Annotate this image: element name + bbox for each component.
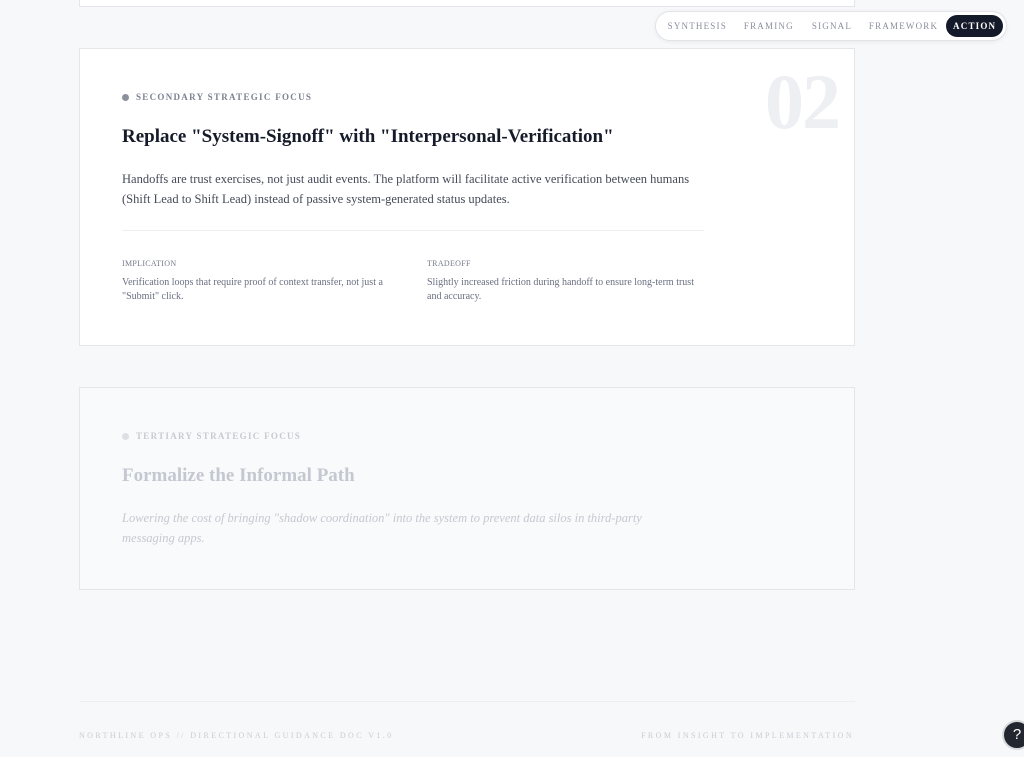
nav-framework[interactable]: FRAMEWORK <box>862 15 946 37</box>
footer-tagline: FROM INSIGHT TO IMPLEMENTATION <box>641 731 854 740</box>
tradeoff-text: Slightly increased friction during hando… <box>427 277 694 302</box>
secondary-focus-card: SECONDARY STRATEGIC FOCUS 02 Replace "Sy… <box>79 48 855 346</box>
tertiary-eyebrow-label: TERTIARY STRATEGIC FOCUS <box>136 431 302 441</box>
tertiary-title: Formalize the Informal Path <box>122 465 355 486</box>
secondary-eyebrow-label: SECONDARY STRATEGIC FOCUS <box>136 92 313 102</box>
nav-synthesis[interactable]: SYNTHESIS <box>659 15 736 37</box>
page: SYNTHESIS FRAMING SIGNAL FRAMEWORK ACTIO… <box>0 0 1024 757</box>
footer-divider <box>79 701 855 702</box>
help-button[interactable]: ? <box>1002 720 1024 750</box>
tradeoff-block: TRADEOFF Slightly increased friction dur… <box>427 259 707 304</box>
footer-doc-label: NORTHLINE OPS // DIRECTIONAL GUIDANCE DO… <box>79 731 394 740</box>
tradeoff-label: TRADEOFF <box>427 259 471 268</box>
bullet-dot-icon <box>122 432 129 440</box>
section-nav: SYNTHESIS FRAMING SIGNAL FRAMEWORK ACTIO… <box>655 11 1007 41</box>
divider <box>122 230 704 231</box>
section-number: 02 <box>765 58 841 145</box>
tertiary-eyebrow: TERTIARY STRATEGIC FOCUS <box>122 431 301 441</box>
nav-framing[interactable]: FRAMING <box>736 15 803 37</box>
bullet-dot-icon <box>122 93 129 101</box>
nav-action[interactable]: ACTION <box>946 15 1003 37</box>
previous-card-edge <box>79 0 855 7</box>
implication-label: IMPLICATION <box>122 259 177 268</box>
secondary-title: Replace "System-Signoff" with "Interpers… <box>122 126 614 147</box>
tertiary-focus-card: TERTIARY STRATEGIC FOCUS Formalize the I… <box>79 387 855 590</box>
tertiary-body: Lowering the cost of bringing "shadow co… <box>122 511 642 545</box>
nav-signal[interactable]: SIGNAL <box>802 15 862 37</box>
secondary-body: Handoffs are trust exercises, not just a… <box>122 172 690 206</box>
secondary-eyebrow: SECONDARY STRATEGIC FOCUS <box>122 92 312 102</box>
implication-text: Verification loops that require proof of… <box>122 277 383 302</box>
implication-block: IMPLICATION Verification loops that requ… <box>122 259 402 304</box>
